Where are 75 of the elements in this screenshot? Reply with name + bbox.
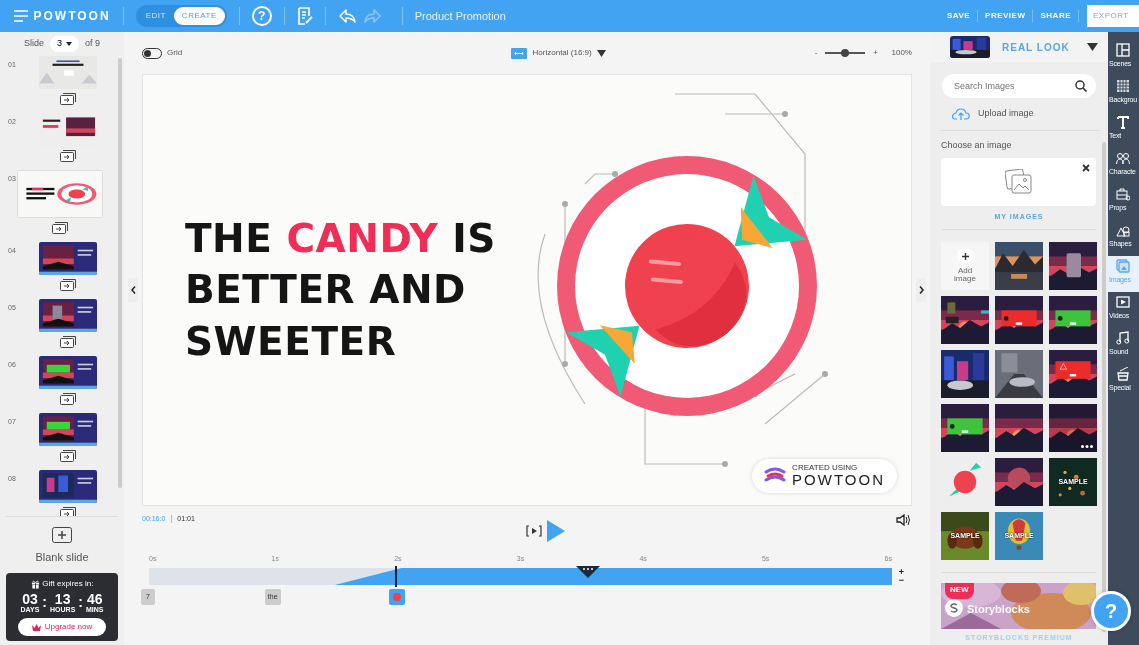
new-badge: NEW — [945, 582, 974, 599]
zoom-reading: 100% — [891, 47, 912, 59]
add-scene-icon[interactable] — [52, 222, 68, 234]
countdown-separator: : — [42, 593, 47, 612]
image-marker[interactable] — [388, 589, 405, 605]
add-scene-icon[interactable] — [60, 393, 76, 405]
add-scene-icon[interactable] — [60, 450, 76, 462]
images-icon — [1004, 169, 1033, 195]
zoom-in-button[interactable]: + — [898, 568, 904, 576]
slide-headline: THE CANDY IS BETTER AND SWEETER — [185, 214, 497, 366]
project-title: Product Promotion — [414, 8, 506, 24]
volume-icon[interactable] — [896, 514, 912, 526]
orientation-icon[interactable] — [510, 47, 527, 59]
badge-caption: CREATED USING — [792, 463, 859, 472]
gift-icon — [30, 579, 40, 589]
zoom-in-button[interactable]: + — [873, 47, 878, 59]
people-icon — [1116, 151, 1130, 165]
pattern-icon — [1116, 79, 1130, 93]
crown-icon — [31, 623, 41, 631]
section-title: Choose an image — [940, 138, 1013, 152]
collapse-button[interactable] — [128, 278, 138, 302]
chevron-right-icon — [918, 286, 924, 294]
add-scene-icon[interactable] — [60, 93, 76, 105]
add-image-button[interactable]: Add image — [941, 241, 989, 290]
add-scene-icon[interactable] — [60, 279, 76, 291]
orientation-dropdown[interactable]: Horizontal (16:9) — [532, 47, 607, 59]
add-scene-icon[interactable] — [60, 336, 76, 348]
add-slide-icon[interactable] — [52, 526, 72, 543]
text-icon — [1116, 115, 1130, 129]
search-icon[interactable] — [1075, 80, 1087, 92]
preview-scene-icon[interactable] — [525, 525, 542, 537]
zoom-out-button[interactable]: - — [814, 47, 818, 59]
scrollbar[interactable] — [1102, 142, 1106, 632]
gift-title: Gift expires in: — [42, 578, 94, 590]
briefcase-icon — [1116, 187, 1130, 201]
style-name: REAL LOOK — [1002, 40, 1071, 55]
upload-link[interactable]: Upload image — [978, 107, 1034, 121]
countdown-value: 13 — [54, 592, 71, 606]
music-icon — [1116, 331, 1130, 345]
images-icon — [1116, 259, 1130, 273]
caret-icon — [597, 49, 607, 57]
slide-dropdown[interactable]: 3 — [50, 36, 79, 52]
grid-label: Grid — [167, 47, 183, 59]
countdown-value: 03 — [22, 592, 38, 606]
countdown-value: 46 — [86, 592, 103, 606]
chevron-left-icon — [130, 286, 136, 294]
transition-handle[interactable] — [576, 566, 601, 578]
caret-icon — [66, 42, 72, 46]
undo-icon[interactable] — [337, 8, 356, 24]
badge-brand: POWTOON — [792, 471, 885, 488]
countdown-separator: : — [78, 593, 83, 612]
playhead[interactable] — [395, 566, 398, 587]
zoom-out-button[interactable]: − — [898, 576, 904, 584]
add-scene-icon[interactable] — [60, 507, 76, 516]
scenes-icon — [1116, 43, 1130, 57]
upgrade-button[interactable]: Upgrade now — [17, 618, 107, 636]
more-icon[interactable] — [1081, 444, 1093, 448]
caret-icon[interactable] — [1087, 43, 1098, 51]
plus-icon — [961, 252, 969, 260]
add-scene-icon[interactable] — [60, 150, 76, 162]
close-icon[interactable] — [1082, 164, 1090, 172]
scrollbar[interactable] — [118, 58, 122, 488]
slide-label: Slide — [23, 37, 44, 51]
search-field[interactable]: Search Images — [942, 74, 1096, 98]
shapes-icon — [1116, 223, 1130, 237]
logo: POWTOON — [33, 8, 111, 25]
style-thumbnail[interactable] — [950, 36, 990, 58]
candy-icon — [391, 592, 402, 602]
slide-count: of 9 — [85, 37, 100, 51]
magic-hat-icon — [1116, 367, 1130, 381]
blank-slide-label: Blank slide — [35, 549, 89, 565]
storyblocks-icon — [950, 602, 958, 613]
video-icon — [1116, 295, 1130, 309]
expand-button[interactable] — [916, 278, 926, 302]
notes-icon[interactable] — [296, 7, 313, 25]
